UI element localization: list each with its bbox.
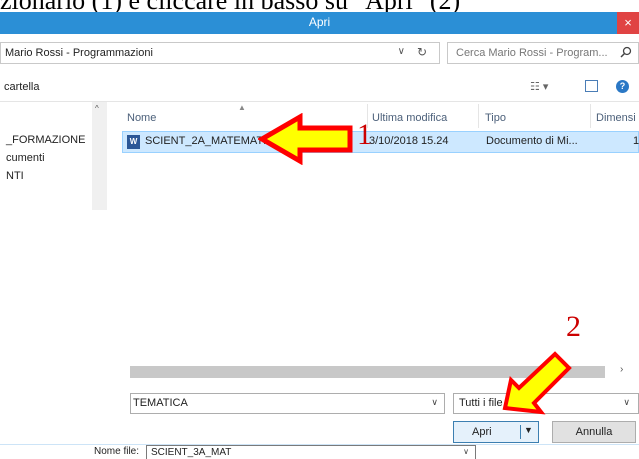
filename-label: Nome file: <box>94 446 140 457</box>
nav-scrollbar[interactable]: ^ <box>92 102 107 210</box>
file-row-selected[interactable]: W SCIENT_2A_MATEMATICA 3/10/2018 15.24 D… <box>122 131 639 153</box>
word-document-icon: W <box>127 135 140 149</box>
sort-ascending-icon: ▲ <box>238 103 246 112</box>
open-button[interactable]: Apri ▼ <box>453 421 539 443</box>
chevron-down-icon[interactable]: ∨ <box>623 397 630 408</box>
filename-input[interactable]: SCIENT_3A_MAT ∨ <box>146 445 476 459</box>
column-header-size[interactable]: Dimensi <box>596 112 636 124</box>
annotation-arrow-2 <box>502 351 572 415</box>
filename-value: TEMATICA <box>133 397 188 409</box>
annotation-number-1: 1 <box>357 118 372 151</box>
dialog-titlebar: Apri × <box>0 12 639 34</box>
cancel-button[interactable]: Annulla <box>552 421 636 443</box>
column-header-type[interactable]: Tipo <box>485 112 506 124</box>
column-header-modified[interactable]: Ultima modifica <box>372 112 447 124</box>
file-modified: 3/10/2018 15.24 <box>369 135 449 147</box>
toolbar: cartella ☷ ▾ ? <box>0 72 639 102</box>
column-divider[interactable] <box>590 104 591 128</box>
dialog-title: Apri <box>308 15 331 29</box>
search-input[interactable]: Cerca Mario Rossi - Program... <box>447 42 639 64</box>
annotation-number-2: 2 <box>566 310 581 343</box>
scroll-up-icon[interactable]: ^ <box>95 104 99 113</box>
navigation-pane: _FORMAZIONE cumenti NTI ^ <box>0 102 107 210</box>
chevron-down-icon[interactable]: ∨ <box>431 397 438 408</box>
split-divider <box>520 425 521 439</box>
column-header-name[interactable]: Nome <box>127 112 156 124</box>
annotation-arrow-1 <box>258 113 353 165</box>
search-placeholder: Cerca Mario Rossi - Program... <box>456 47 608 59</box>
refresh-icon[interactable]: ↻ <box>417 45 427 59</box>
filename-input-value: SCIENT_3A_MAT <box>151 447 232 458</box>
help-icon[interactable]: ? <box>616 80 629 93</box>
address-bar[interactable]: Mario Rossi - Programmazioni ∨ ↻ <box>0 42 440 64</box>
nav-item-formazione[interactable]: _FORMAZIONE <box>6 134 85 146</box>
filename-field[interactable]: TEMATICA ∨ <box>130 393 445 414</box>
nav-item-documenti[interactable]: cumenti <box>6 152 45 164</box>
new-folder-button[interactable]: cartella <box>4 81 39 93</box>
cancel-button-label: Annulla <box>575 426 613 438</box>
nav-item-nti[interactable]: NTI <box>6 170 24 182</box>
chevron-down-icon[interactable]: ∨ <box>398 46 405 57</box>
close-icon[interactable]: × <box>617 12 639 34</box>
address-path: Mario Rossi - Programmazioni <box>5 47 153 59</box>
scroll-right-icon[interactable]: › <box>620 364 623 375</box>
chevron-down-icon[interactable]: ∨ <box>463 447 469 456</box>
view-options-icon[interactable]: ☷ ▾ <box>530 80 548 93</box>
file-size: 1 <box>633 135 639 147</box>
open-button-label: Apri <box>472 426 492 438</box>
column-divider[interactable] <box>478 104 479 128</box>
preview-pane-icon[interactable] <box>585 80 598 92</box>
search-icon[interactable] <box>620 46 632 61</box>
open-options-arrow-icon[interactable]: ▼ <box>524 425 533 435</box>
lower-dialog-strip: Nome file: SCIENT_3A_MAT ∨ <box>0 444 639 459</box>
file-type: Documento di Mi... <box>486 135 578 147</box>
